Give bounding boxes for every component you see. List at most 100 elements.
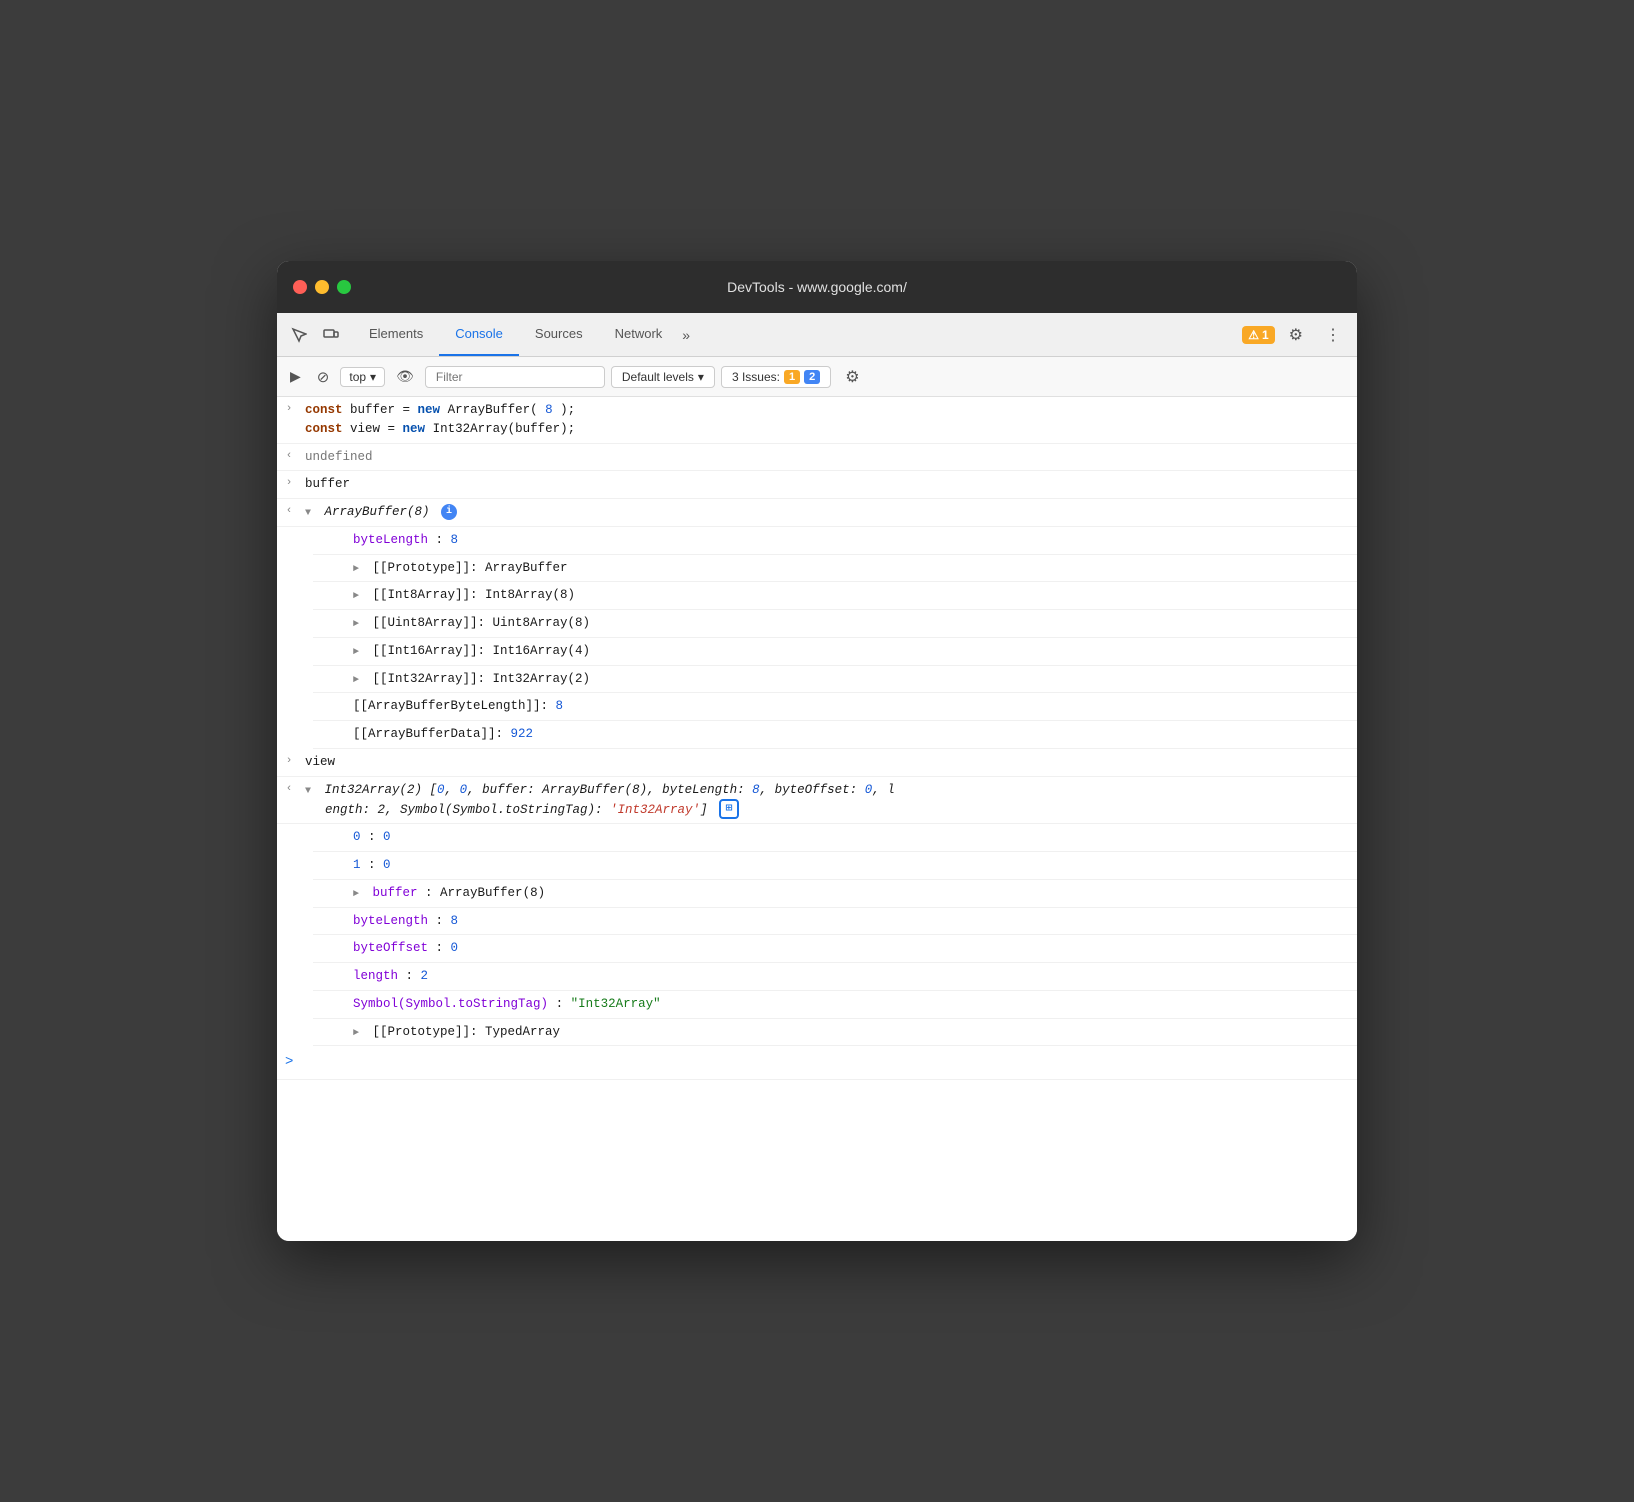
entry-content: [[ArrayBufferByteLength]]: 8 bbox=[349, 695, 1357, 718]
run-icon: ▶ bbox=[290, 368, 301, 385]
console-toolbar: ▶ ⊘ top ▾ 👁 Default levels ▾ 3 Issues: 1… bbox=[277, 357, 1357, 397]
expand-arrow-icon[interactable] bbox=[305, 503, 317, 522]
expand-arrow-icon[interactable] bbox=[353, 586, 365, 605]
block-scripts-button[interactable]: ⊘ bbox=[312, 365, 335, 389]
tab-group: Elements Console Sources Network » bbox=[353, 313, 694, 356]
console-entry: byteLength : 8 bbox=[313, 527, 1357, 555]
entry-content: 1 : 0 bbox=[349, 854, 1357, 877]
expand-arrow-icon[interactable] bbox=[353, 670, 365, 689]
tab-elements[interactable]: Elements bbox=[353, 313, 439, 356]
entry-content: ArrayBuffer(8) i bbox=[301, 501, 1357, 524]
console-entry: [[Uint8Array]]: Uint8Array(8) bbox=[313, 610, 1357, 638]
entry-content: [[Int32Array]]: Int32Array(2) bbox=[349, 668, 1357, 691]
prompt-icon: > bbox=[285, 1052, 293, 1073]
console-entry: ‹ ArrayBuffer(8) i bbox=[277, 499, 1357, 527]
console-entry: byteOffset : 0 bbox=[313, 935, 1357, 963]
console-entry: Symbol(Symbol.toStringTag) : "Int32Array… bbox=[313, 991, 1357, 1019]
log-levels-button[interactable]: Default levels ▾ bbox=[611, 366, 715, 388]
entry-arrow-icon[interactable]: › bbox=[277, 473, 301, 492]
info-badge[interactable]: i bbox=[441, 504, 457, 520]
device-icon bbox=[323, 327, 339, 343]
context-selector[interactable]: top ▾ bbox=[340, 367, 385, 387]
console-entry: ‹ undefined bbox=[277, 444, 1357, 472]
expand-arrow-icon[interactable] bbox=[353, 614, 365, 633]
entry-content: byteLength : 8 bbox=[349, 529, 1357, 552]
entry-content: const buffer = new ArrayBuffer( 8 ); con… bbox=[301, 399, 1357, 441]
console-entry: length : 2 bbox=[313, 963, 1357, 991]
entry-content: undefined bbox=[301, 446, 1357, 469]
expand-arrow-icon[interactable] bbox=[353, 884, 365, 903]
expand-arrow-icon[interactable] bbox=[353, 559, 365, 578]
tab-network[interactable]: Network bbox=[599, 313, 679, 356]
entry-content: buffer bbox=[301, 473, 1357, 496]
entry-content: view bbox=[301, 751, 1357, 774]
cursor-icon bbox=[291, 327, 307, 343]
titlebar: DevTools - www.google.com/ bbox=[277, 261, 1357, 313]
expand-arrow-icon[interactable] bbox=[353, 1023, 365, 1042]
console-entry: [[ArrayBufferByteLength]]: 8 bbox=[313, 693, 1357, 721]
console-entry: [[Prototype]]: ArrayBuffer bbox=[313, 555, 1357, 583]
console-input-line[interactable]: > bbox=[277, 1046, 1357, 1080]
entry-back-icon: ‹ bbox=[277, 501, 301, 520]
issues-warn-count: 1 bbox=[784, 370, 800, 384]
more-options-button[interactable]: ⋮ bbox=[1317, 321, 1349, 349]
block-icon: ⊘ bbox=[317, 368, 330, 386]
entry-content: [[Prototype]]: TypedArray bbox=[349, 1021, 1357, 1044]
console-entry: 0 : 0 bbox=[313, 824, 1357, 852]
tab-sources[interactable]: Sources bbox=[519, 313, 599, 356]
toolbar-right: ⚠ 1 ⚙ ⋮ bbox=[1242, 321, 1349, 349]
console-entry: [[Prototype]]: TypedArray bbox=[313, 1019, 1357, 1047]
entry-content: [[Prototype]]: ArrayBuffer bbox=[349, 557, 1357, 580]
console-settings-button[interactable]: ⚙ bbox=[837, 363, 867, 391]
eye-icon: 👁 bbox=[396, 368, 414, 385]
inspect-element-button[interactable] bbox=[285, 323, 313, 347]
entry-content: length : 2 bbox=[349, 965, 1357, 988]
entry-content: [[Int16Array]]: Int16Array(4) bbox=[349, 640, 1357, 663]
issues-info-count: 2 bbox=[804, 370, 820, 384]
expand-arrow-icon[interactable] bbox=[305, 781, 317, 800]
device-toolbar-button[interactable] bbox=[317, 323, 345, 347]
console-entry: [[Int8Array]]: Int8Array(8) bbox=[313, 582, 1357, 610]
entry-content: [[Int8Array]]: Int8Array(8) bbox=[349, 584, 1357, 607]
console-entry: › view bbox=[277, 749, 1357, 777]
minimize-button[interactable] bbox=[315, 280, 329, 294]
entry-content: Int32Array(2) [0, 0, buffer: ArrayBuffer… bbox=[301, 779, 1357, 822]
entry-back-icon: ‹ bbox=[277, 446, 301, 465]
more-tabs-button[interactable]: » bbox=[678, 323, 694, 347]
console-entry: 1 : 0 bbox=[313, 852, 1357, 880]
entry-arrow-icon[interactable]: › bbox=[277, 399, 301, 418]
entry-content: buffer : ArrayBuffer(8) bbox=[349, 882, 1357, 905]
console-entry: ‹ Int32Array(2) [0, 0, buffer: ArrayBuff… bbox=[277, 777, 1357, 825]
entry-content: [[Uint8Array]]: Uint8Array(8) bbox=[349, 612, 1357, 635]
maximize-button[interactable] bbox=[337, 280, 351, 294]
levels-dropdown-icon: ▾ bbox=[698, 370, 704, 384]
console-entry: [[Int32Array]]: Int32Array(2) bbox=[313, 666, 1357, 694]
warning-badge[interactable]: ⚠ 1 bbox=[1242, 326, 1274, 344]
tab-console[interactable]: Console bbox=[439, 313, 519, 356]
entry-content: byteLength : 8 bbox=[349, 910, 1357, 933]
console-entry: › const buffer = new ArrayBuffer( 8 ); c… bbox=[277, 397, 1357, 444]
console-entry: buffer : ArrayBuffer(8) bbox=[313, 880, 1357, 908]
filter-input[interactable] bbox=[425, 366, 605, 388]
close-button[interactable] bbox=[293, 280, 307, 294]
dropdown-arrow-icon: ▾ bbox=[370, 370, 376, 384]
entry-content: Symbol(Symbol.toStringTag) : "Int32Array… bbox=[349, 993, 1357, 1016]
info-badge-outline[interactable]: ⊞ bbox=[719, 799, 739, 819]
window-title: DevTools - www.google.com/ bbox=[727, 279, 907, 295]
devtools-window: DevTools - www.google.com/ Elements Cons… bbox=[277, 261, 1357, 1241]
entry-content: [[ArrayBufferData]]: 922 bbox=[349, 723, 1357, 746]
expand-arrow-icon[interactable] bbox=[353, 642, 365, 661]
settings-button[interactable]: ⚙ bbox=[1281, 321, 1311, 349]
entry-arrow-icon[interactable]: › bbox=[277, 751, 301, 770]
warning-icon: ⚠ bbox=[1248, 328, 1259, 342]
console-entry: byteLength : 8 bbox=[313, 908, 1357, 936]
console-output[interactable]: › const buffer = new ArrayBuffer( 8 ); c… bbox=[277, 397, 1357, 1241]
console-entry: [[ArrayBufferData]]: 922 bbox=[313, 721, 1357, 749]
eye-button[interactable]: 👁 bbox=[391, 365, 419, 388]
traffic-lights bbox=[293, 280, 351, 294]
console-entry: [[Int16Array]]: Int16Array(4) bbox=[313, 638, 1357, 666]
issues-button[interactable]: 3 Issues: 1 2 bbox=[721, 366, 831, 388]
run-scripts-button[interactable]: ▶ bbox=[285, 365, 306, 388]
entry-content: 0 : 0 bbox=[349, 826, 1357, 849]
main-toolbar: Elements Console Sources Network » ⚠ 1 ⚙… bbox=[277, 313, 1357, 357]
